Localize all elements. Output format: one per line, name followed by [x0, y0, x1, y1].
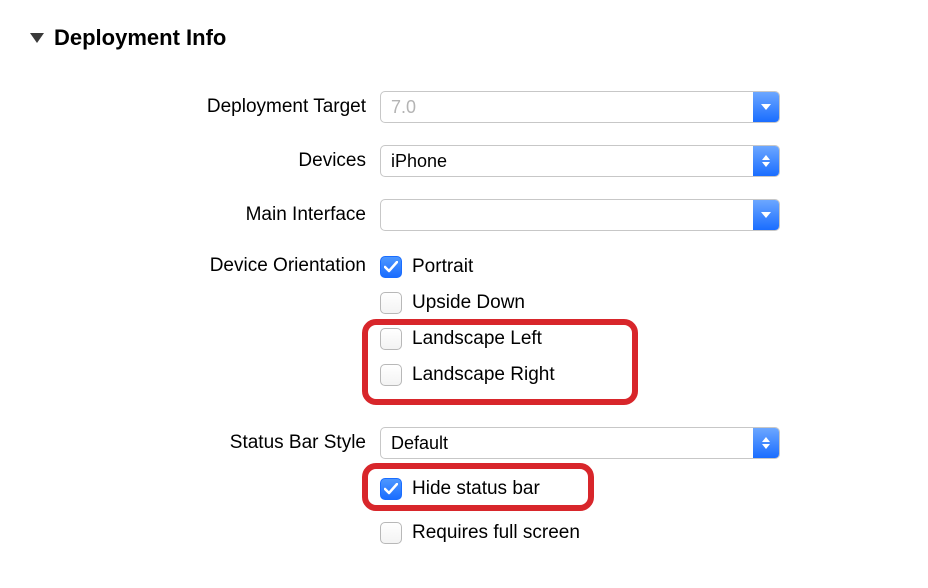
disclosure-triangle-icon — [30, 33, 44, 43]
section-header[interactable]: Deployment Info — [30, 25, 898, 51]
main-interface-combo[interactable] — [380, 199, 780, 231]
status-bar-style-row: Status Bar Style Default — [30, 427, 898, 459]
hide-status-bar-row: Hide status bar — [30, 475, 898, 503]
orientation-label: Device Orientation — [30, 253, 380, 277]
section-title: Deployment Info — [54, 25, 226, 51]
devices-value: iPhone — [381, 151, 753, 172]
checkbox-icon — [380, 522, 402, 544]
orientation-row: Device Orientation Portrait Upside Down — [30, 253, 898, 389]
devices-label: Devices — [30, 150, 380, 172]
checkbox-icon — [380, 256, 402, 278]
chevron-down-icon — [753, 92, 779, 122]
main-interface-row: Main Interface — [30, 199, 898, 231]
chevron-down-icon — [753, 200, 779, 230]
status-bar-style-label: Status Bar Style — [30, 432, 380, 454]
orientation-portrait-label: Portrait — [412, 256, 473, 278]
orientation-landscape-left-label: Landscape Left — [412, 328, 542, 350]
orientation-upside-down-label: Upside Down — [412, 292, 525, 314]
checkbox-icon — [380, 328, 402, 350]
deployment-target-row: Deployment Target 7.0 — [30, 91, 898, 123]
requires-full-screen-checkbox[interactable]: Requires full screen — [380, 519, 580, 547]
deployment-target-value: 7.0 — [381, 97, 753, 118]
checkbox-icon — [380, 478, 402, 500]
hide-status-bar-checkbox[interactable]: Hide status bar — [380, 475, 540, 503]
orientation-landscape-right-label: Landscape Right — [412, 364, 555, 386]
orientation-landscape-right[interactable]: Landscape Right — [380, 361, 555, 389]
hide-status-bar-label: Hide status bar — [412, 478, 540, 500]
updown-chevron-icon — [753, 428, 779, 458]
requires-full-screen-label: Requires full screen — [412, 522, 580, 544]
devices-row: Devices iPhone — [30, 145, 898, 177]
requires-full-screen-row: Requires full screen — [30, 519, 898, 547]
deployment-target-combo[interactable]: 7.0 — [380, 91, 780, 123]
deployment-target-label: Deployment Target — [30, 96, 380, 118]
orientation-portrait[interactable]: Portrait — [380, 253, 555, 281]
status-bar-style-popup[interactable]: Default — [380, 427, 780, 459]
main-interface-label: Main Interface — [30, 204, 380, 226]
devices-popup[interactable]: iPhone — [380, 145, 780, 177]
checkbox-icon — [380, 364, 402, 386]
status-bar-style-value: Default — [381, 433, 753, 454]
orientation-landscape-left[interactable]: Landscape Left — [380, 325, 555, 353]
updown-chevron-icon — [753, 146, 779, 176]
checkbox-icon — [380, 292, 402, 314]
orientation-upside-down[interactable]: Upside Down — [380, 289, 555, 317]
